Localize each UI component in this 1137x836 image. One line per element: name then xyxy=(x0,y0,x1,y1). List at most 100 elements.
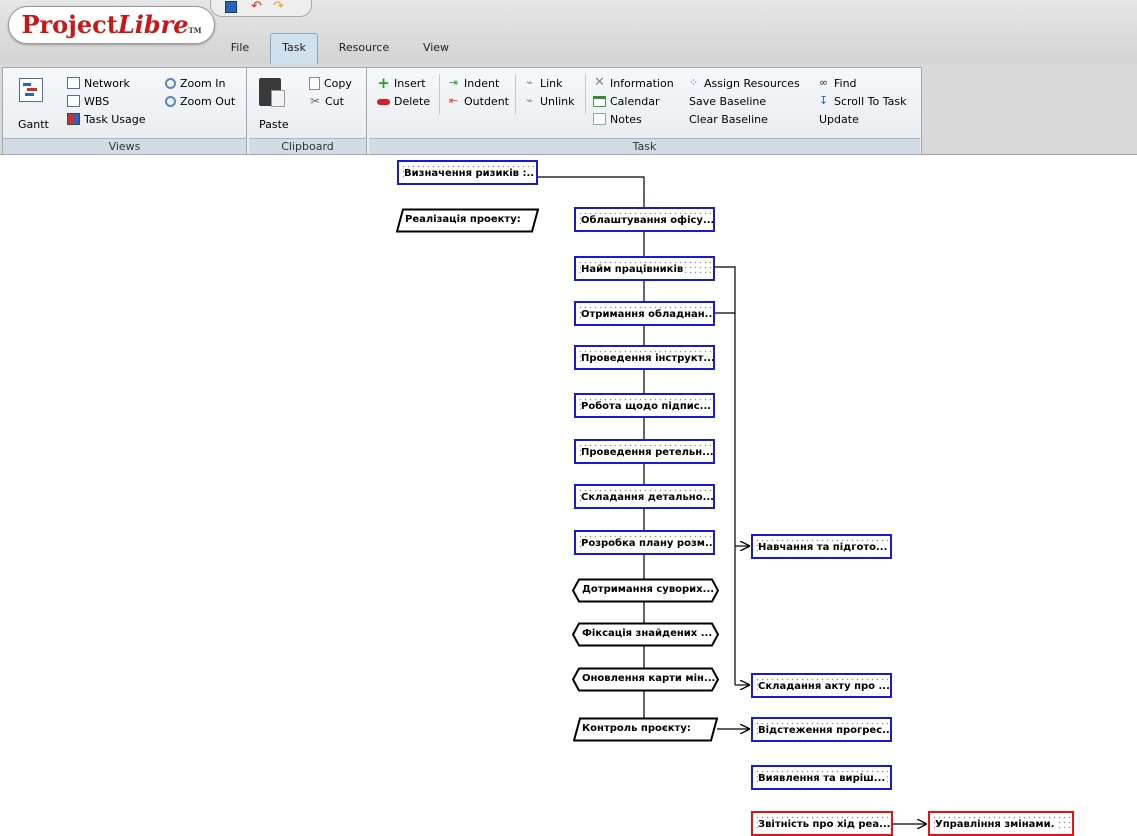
milestone-node[interactable]: Дотримання суворих... xyxy=(572,578,719,603)
zoom-in-label: Zoom In xyxy=(180,77,226,90)
indent-icon: ⇥ xyxy=(448,76,459,89)
task-node[interactable]: Облаштування офісу... xyxy=(574,207,715,232)
copy-button[interactable]: Copy xyxy=(309,76,352,92)
notes-icon xyxy=(593,113,606,125)
network-diagram[interactable]: Визначення ризиків :.. Реалізація проект… xyxy=(0,155,1137,836)
critical-task-node[interactable]: Управління змінами. xyxy=(928,811,1074,836)
summary-task-node[interactable]: Реалізація проекту: xyxy=(396,208,539,233)
task-node-label: Робота щодо підпис... xyxy=(581,401,713,412)
task-usage-icon xyxy=(67,113,80,125)
link-label: Link xyxy=(540,77,563,90)
tab-task[interactable]: Task xyxy=(270,33,318,64)
task-node[interactable]: Виявлення та виріш... xyxy=(751,765,892,790)
logo-text-main: Project xyxy=(21,10,118,39)
tab-view[interactable]: View xyxy=(416,34,456,62)
delete-button[interactable]: Delete xyxy=(377,94,430,110)
notes-button[interactable]: Notes xyxy=(593,112,642,128)
paste-label[interactable]: Paste xyxy=(259,117,289,133)
task-node-label: Проведення інструкт... xyxy=(581,353,715,364)
task-node[interactable]: Найм працівників xyxy=(574,256,715,281)
outdent-label: Outdent xyxy=(464,95,509,108)
milestone-node[interactable]: Оновлення карти мін... xyxy=(572,667,719,692)
task-node[interactable]: Складання детально... xyxy=(574,484,715,509)
save-icon[interactable] xyxy=(225,1,237,13)
wbs-icon xyxy=(67,95,80,107)
insert-button[interactable]: + Insert xyxy=(377,74,426,92)
task-node-label: Складання акту про ... xyxy=(758,681,890,692)
unlink-button[interactable]: ⌁ Unlink xyxy=(523,94,574,110)
update-button[interactable]: Update xyxy=(819,112,859,128)
insert-icon: + xyxy=(377,74,390,92)
clipboard-group: Paste Copy ✂ Cut Clipboard xyxy=(249,68,367,154)
milestone-node[interactable]: Фіксація знайдених ... xyxy=(572,622,719,647)
task-node[interactable]: Отримання обладнан... xyxy=(574,301,715,326)
information-button[interactable]: ✕ Information xyxy=(593,76,674,92)
scroll-to-task-icon: ↧ xyxy=(818,94,829,107)
outdent-icon: ⇤ xyxy=(448,94,459,107)
assign-resources-label: Assign Resources xyxy=(704,77,800,90)
gantt-label[interactable]: Gantt xyxy=(18,117,49,133)
copy-icon xyxy=(309,76,320,90)
assign-resources-button[interactable]: ⁘ Assign Resources xyxy=(687,76,800,92)
task-node[interactable]: Проведення інструкт... xyxy=(574,345,715,370)
task-node[interactable]: Визначення ризиків :.. xyxy=(397,160,538,185)
insert-label: Insert xyxy=(394,77,426,90)
task-node-label: Дотримання суворих... xyxy=(582,584,715,595)
task-node-label: Реалізація проекту: xyxy=(405,214,521,225)
zoom-out-label: Zoom Out xyxy=(180,95,236,108)
task-node-label: Фіксація знайдених ... xyxy=(582,628,713,639)
network-label: Network xyxy=(84,77,130,90)
task-usage-button[interactable]: Task Usage xyxy=(67,112,146,128)
task-usage-label: Task Usage xyxy=(84,113,146,126)
summary-task-node[interactable]: Контроль проєкту: xyxy=(573,717,718,742)
paste-button[interactable] xyxy=(249,68,289,118)
redo-icon[interactable]: ↷ xyxy=(273,0,285,13)
link-icon: ⌁ xyxy=(526,76,533,89)
scroll-to-task-button[interactable]: ↧ Scroll To Task xyxy=(817,94,907,110)
calendar-button[interactable]: Calendar xyxy=(593,94,659,110)
wbs-label: WBS xyxy=(84,95,110,108)
undo-icon[interactable]: ↶ xyxy=(251,0,263,13)
gantt-button[interactable] xyxy=(11,76,47,116)
outdent-button[interactable]: ⇤ Outdent xyxy=(447,94,509,110)
task-node-label: Складання детально... xyxy=(581,492,714,503)
save-baseline-button[interactable]: Save Baseline xyxy=(689,94,766,110)
link-button[interactable]: ⌁ Link xyxy=(523,76,563,92)
task-node[interactable]: Розробка плану розм... xyxy=(574,530,715,555)
zoom-in-icon xyxy=(165,77,176,89)
task-node-label: Оновлення карти мін... xyxy=(582,673,716,684)
task-node-label: Визначення ризиків :.. xyxy=(404,168,536,179)
clipboard-group-label: Clipboard xyxy=(249,138,366,154)
network-button[interactable]: Network xyxy=(67,76,130,92)
zoom-out-button[interactable]: Zoom Out xyxy=(165,94,235,110)
critical-task-node[interactable]: Звітність про хід реа... xyxy=(751,811,893,836)
tab-file[interactable]: File xyxy=(222,34,258,62)
tab-resource[interactable]: Resource xyxy=(334,34,394,62)
task-node[interactable]: Відстеження прогрес... xyxy=(751,717,892,742)
assign-resources-icon: ⁘ xyxy=(688,76,699,89)
information-icon: ✕ xyxy=(594,75,605,90)
zoom-in-button[interactable]: Zoom In xyxy=(165,76,225,92)
indent-label: Indent xyxy=(464,77,500,90)
task-node[interactable]: Проведення ретельн... xyxy=(574,439,715,464)
indent-button[interactable]: ⇥ Indent xyxy=(447,76,499,92)
title-bar: ProjectLibreTM ↶ ↷ File Task Resource Vi… xyxy=(0,0,1137,64)
task-node[interactable]: Навчання та підгото... xyxy=(751,534,892,559)
task-node[interactable]: Робота щодо підпис... xyxy=(574,393,715,418)
cut-button[interactable]: ✂ Cut xyxy=(309,94,344,110)
task-group-label: Task xyxy=(369,138,920,154)
app-logo: ProjectLibreTM xyxy=(8,6,215,44)
copy-label: Copy xyxy=(324,77,352,90)
calendar-label: Calendar xyxy=(610,95,660,108)
clear-baseline-button[interactable]: Clear Baseline xyxy=(689,112,768,128)
scroll-to-task-label: Scroll To Task xyxy=(834,95,907,108)
wbs-button[interactable]: WBS xyxy=(67,94,109,110)
calendar-icon xyxy=(593,95,606,107)
ribbon-panel: Gantt Network WBS Task Usage Zoom In Zoo… xyxy=(2,67,922,155)
cut-label: Cut xyxy=(325,95,344,108)
task-node[interactable]: Складання акту про ... xyxy=(751,673,892,698)
find-button[interactable]: ∞ Find xyxy=(817,76,857,92)
delete-label: Delete xyxy=(394,95,431,108)
task-node-label: Отримання обладнан... xyxy=(581,309,713,320)
task-group: + Insert Delete ⇥ Indent ⇤ Outdent ⌁ Link ⌁ U… xyxy=(369,68,920,154)
